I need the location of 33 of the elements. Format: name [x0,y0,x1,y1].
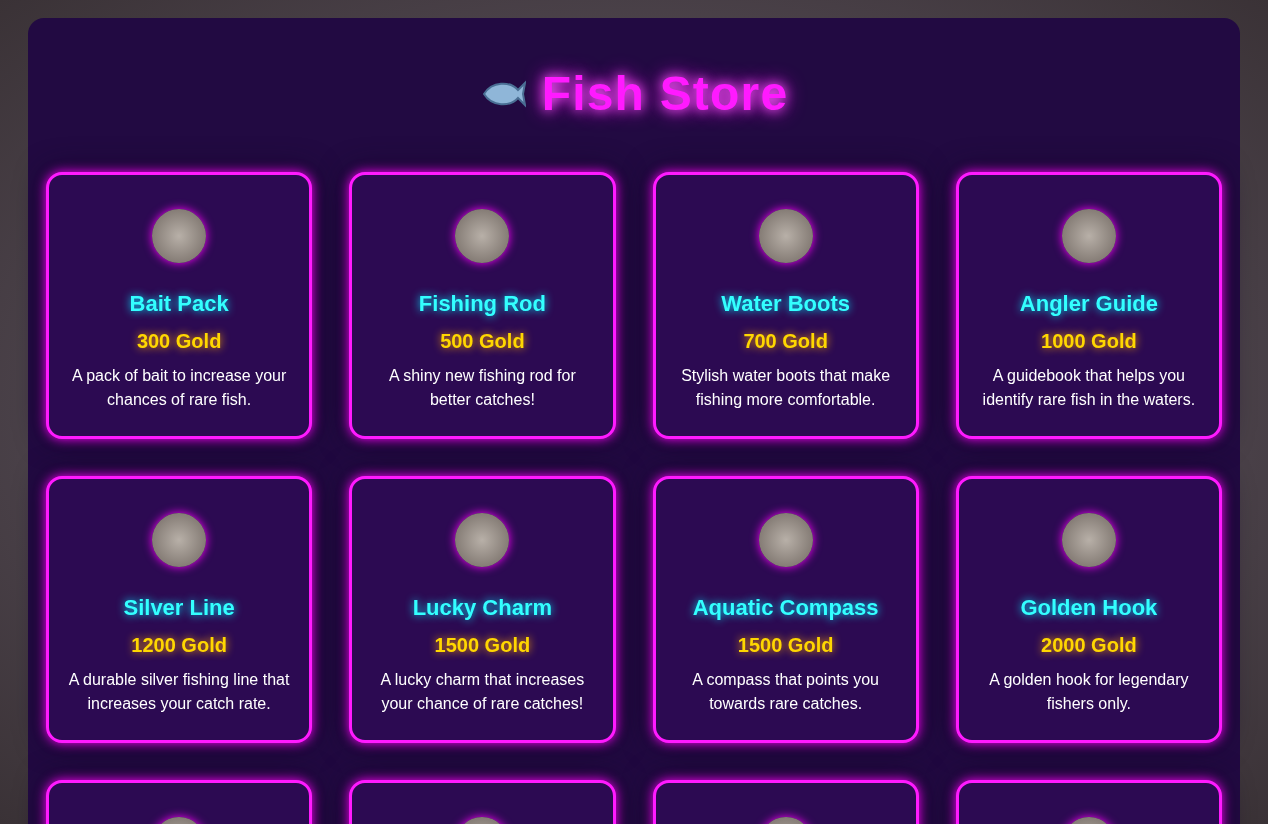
photo-placeholder [758,209,813,263]
photo-placeholder [1061,513,1116,567]
product-description: A guidebook that helps you identify rare fish in the waters. [981,366,1197,410]
photo-placeholder [1061,209,1116,263]
product-price: 1200 Gold [131,633,227,658]
product-price: 700 Gold [743,329,828,354]
product-name: Bait Pack [129,290,229,318]
photo-placeholder [455,513,510,567]
product-price: 1500 Gold [737,633,834,658]
photo-placeholder [152,209,207,263]
product-price: 300 Gold [136,329,222,354]
photo-placeholder [455,209,510,263]
product-description: A compass that points you towards rare catches. [691,670,880,714]
product-name: Golden Hook [1020,594,1158,622]
product-description: A durable silver fishing line that increases your catch rate. [67,670,291,714]
product-price: 1500 Gold [434,633,531,658]
product-price: 1000 Gold [1041,329,1137,354]
product-description: A pack of bait to increase your chances of rare fish. [70,366,288,410]
product-name: Water Boots [721,290,850,318]
product-name: Angler Guide [1019,290,1158,318]
product-price: 500 Gold [440,329,525,354]
photo-placeholder [152,513,207,567]
store-title: Fish Store [541,66,789,122]
product-description: A golden hook for legendary fishers only. [988,670,1190,714]
product-description: Stylish water boots that make fishing more comfortable. [680,366,892,410]
product-name: Silver Line [123,594,235,622]
product-name: Fishing Rod [418,290,546,318]
product-name: Lucky Charm [412,594,553,622]
product-name: Aquatic Compass [692,594,879,622]
photo-placeholder [758,513,813,567]
product-description: A lucky charm that increases your chance of rare catches! [379,670,586,714]
product-price: 2000 Gold [1041,633,1137,658]
product-description: A shiny new fishing rod for better catches! [388,366,577,410]
